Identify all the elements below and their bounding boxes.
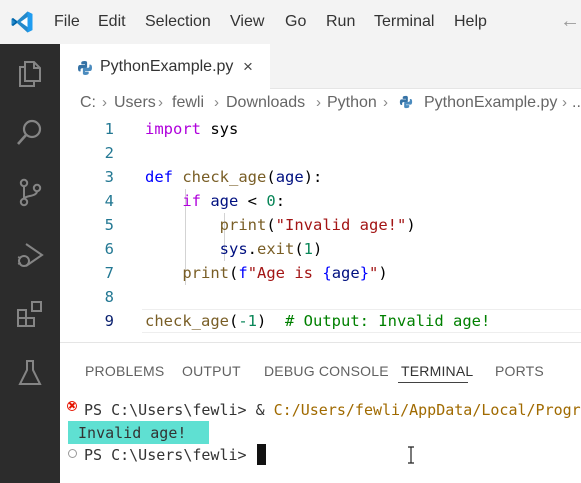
- menu-help[interactable]: Help: [454, 12, 487, 32]
- close-icon[interactable]: ×: [243, 57, 253, 77]
- line-number: 1: [104, 120, 114, 138]
- chevron-right-icon: ›: [214, 94, 219, 111]
- extensions-icon[interactable]: [15, 299, 45, 329]
- tab-terminal[interactable]: TERMINAL: [401, 363, 473, 379]
- python-file-icon: [78, 61, 92, 75]
- run-debug-icon[interactable]: [15, 240, 45, 270]
- editor-tab-bar: PythonExample.py ×: [60, 44, 581, 89]
- code-line: 5 print("Invalid age!"): [60, 213, 581, 237]
- code-line-current: 9 check_age(-1) # Output: Invalid age!: [60, 309, 581, 333]
- line-number: 2: [104, 144, 114, 162]
- code-line: 4 if age < 0:: [60, 189, 581, 213]
- code-text: def check_age(age):: [145, 168, 323, 186]
- breadcrumb-item-fewli[interactable]: fewli: [172, 93, 204, 113]
- activity-bar: [0, 44, 60, 483]
- panel-tab-bar: PROBLEMS OUTPUT DEBUG CONSOLE TERMINAL P…: [60, 343, 581, 389]
- breadcrumb-item-file[interactable]: PythonExample.py: [424, 93, 557, 113]
- explorer-icon[interactable]: [15, 58, 45, 88]
- code-line: 1 import sys: [60, 117, 581, 141]
- chevron-right-icon: ›: [158, 94, 163, 111]
- line-number: 8: [104, 288, 114, 306]
- tab-problems[interactable]: PROBLEMS: [85, 363, 164, 379]
- search-icon[interactable]: [15, 117, 45, 147]
- breadcrumb-item-users[interactable]: Users: [114, 93, 156, 113]
- code-text: sys.exit(1): [219, 240, 323, 258]
- terminal-prompt: PS C:\Users\fewli>: [84, 446, 256, 464]
- tab-python-example[interactable]: PythonExample.py ×: [60, 44, 270, 89]
- code-text: print(f"Age is {age}"): [182, 264, 388, 282]
- menu-selection[interactable]: Selection: [145, 12, 211, 32]
- breadcrumb-item-downloads[interactable]: Downloads: [226, 93, 305, 113]
- line-number: 3: [104, 168, 114, 186]
- title-bar: File Edit Selection View Go Run Terminal…: [0, 0, 581, 44]
- python-file-icon: [399, 95, 413, 109]
- line-number: 4: [104, 192, 114, 210]
- code-text: print("Invalid age!"): [219, 216, 416, 234]
- terminal-view[interactable]: PS C:\Users\fewli> & C:/Users/fewli/AppD…: [60, 389, 581, 483]
- line-number: 7: [104, 264, 114, 282]
- breadcrumb-item-python[interactable]: Python: [327, 93, 377, 113]
- code-editor[interactable]: 1 import sys 2 3 def check_age(age): 4 i…: [60, 117, 581, 342]
- code-line: 7 print(f"Age is {age}"): [60, 261, 581, 285]
- breadcrumb-item-drive[interactable]: C:: [80, 93, 96, 113]
- testing-flask-icon[interactable]: [15, 358, 45, 388]
- error-decoration-icon[interactable]: [67, 401, 77, 411]
- line-number: 9: [104, 312, 114, 330]
- code-text: import sys: [145, 120, 239, 138]
- chevron-right-icon: ›: [102, 94, 107, 111]
- terminal-command-path: C:/Users/fewli/AppData/Local/Progr: [273, 401, 581, 419]
- menu-terminal[interactable]: Terminal: [374, 12, 434, 32]
- line-number: 6: [104, 240, 114, 258]
- terminal-command: &: [255, 401, 274, 419]
- code-line: 2: [60, 141, 581, 165]
- line-number: 5: [104, 216, 114, 234]
- code-text: check_age(-1) # Output: Invalid age!: [145, 312, 491, 330]
- back-arrow-icon[interactable]: ←: [560, 10, 580, 32]
- code-text: if age < 0:: [182, 192, 286, 210]
- breadcrumb-item-more[interactable]: ...: [572, 93, 581, 113]
- source-control-icon[interactable]: [15, 177, 45, 207]
- code-line: 8: [60, 285, 581, 309]
- chevron-right-icon: ›: [316, 94, 321, 111]
- chevron-right-icon: ›: [562, 94, 567, 111]
- menu-go[interactable]: Go: [285, 12, 306, 32]
- code-line: 3 def check_age(age):: [60, 165, 581, 189]
- tab-label: PythonExample.py: [100, 58, 234, 75]
- code-line: 6 sys.exit(1): [60, 237, 581, 261]
- terminal-output: Invalid age!: [69, 424, 187, 442]
- breadcrumb: C: › Users › fewli › Downloads › Python …: [60, 89, 581, 117]
- chevron-right-icon: ›: [383, 94, 388, 111]
- tab-output[interactable]: OUTPUT: [182, 363, 241, 379]
- command-decoration-icon[interactable]: [68, 449, 77, 458]
- menu-file[interactable]: File: [54, 12, 80, 32]
- text-cursor-icon: [408, 446, 414, 464]
- menu-edit[interactable]: Edit: [98, 12, 126, 32]
- tab-ports[interactable]: PORTS: [495, 363, 544, 379]
- active-tab-indicator: [398, 382, 468, 383]
- menu-view[interactable]: View: [230, 12, 264, 32]
- tab-debug-console[interactable]: DEBUG CONSOLE: [264, 363, 389, 379]
- terminal-line: PS C:\Users\fewli> & C:/Users/fewli/AppD…: [84, 399, 581, 421]
- terminal-prompt: PS C:\Users\fewli>: [84, 401, 256, 419]
- vscode-logo-icon: [11, 11, 33, 33]
- menu-run[interactable]: Run: [326, 12, 355, 32]
- terminal-cursor: [257, 444, 266, 465]
